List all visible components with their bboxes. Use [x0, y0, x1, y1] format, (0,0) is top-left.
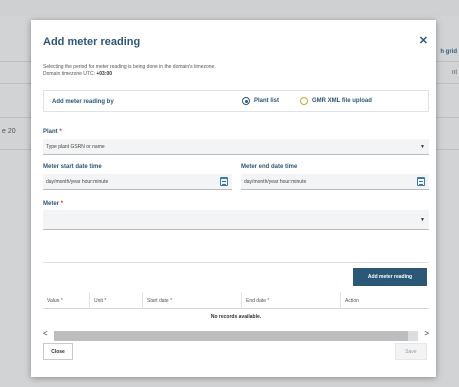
timezone-label: Domain timezone UTC:: [43, 71, 97, 77]
background-topbar: [0, 0, 459, 16]
plant-select[interactable]: Type plant GSRN or name ▼: [43, 139, 429, 155]
column-label: Action: [345, 298, 359, 304]
scroll-right-arrow[interactable]: >: [424, 329, 429, 338]
background-text: nt: [451, 70, 457, 76]
column-label: Unit: [94, 298, 103, 304]
column-label: Start date: [147, 298, 169, 304]
radio-plant-list[interactable]: Plant list: [242, 97, 279, 105]
end-date-label: Meter end date time: [241, 164, 298, 170]
timezone-value: +03:00: [96, 71, 113, 77]
meter-label-text: Meter: [43, 201, 60, 207]
section-divider: [43, 262, 429, 263]
plant-label-text: Plant: [43, 129, 58, 135]
start-date-label: Meter start date time: [43, 164, 102, 170]
calendar-icon[interactable]: [417, 177, 425, 186]
radio-label: Plant list: [254, 98, 280, 104]
column-header-end-date: End date *: [241, 292, 340, 309]
start-date-placeholder: day/month/year hour:minute: [46, 179, 109, 185]
caret-down-icon: ▼: [420, 144, 425, 150]
background-link: h grid: [440, 49, 457, 55]
radio-gmr-xml-upload[interactable]: GMR XML file upload: [300, 97, 372, 105]
calendar-icon[interactable]: [220, 177, 228, 186]
no-records-message: No records available.: [210, 314, 262, 320]
column-header-action: Action: [340, 292, 429, 309]
meter-select[interactable]: ▼: [43, 210, 429, 230]
column-header-unit: Unit *: [89, 292, 142, 309]
radio-label: GMR XML file upload: [312, 98, 372, 104]
column-header-value: Value *: [43, 292, 89, 309]
scroll-left-arrow[interactable]: <: [43, 329, 48, 338]
close-icon[interactable]: ✕: [419, 34, 428, 47]
close-button[interactable]: Close: [43, 343, 73, 360]
timezone-info-line: Domain timezone UTC: +03:00: [43, 71, 216, 78]
end-date-placeholder: day/month/year hour:minute: [244, 179, 307, 185]
add-meter-reading-dialog: Add meter reading ✕ Selecting the period…: [31, 20, 436, 377]
column-header-start-date: Start date *: [142, 292, 241, 309]
required-mark: *: [267, 298, 270, 304]
plant-label: Plant *: [43, 129, 62, 135]
plant-select-placeholder: Type plant GSRN or name: [46, 144, 105, 150]
required-mark: *: [170, 298, 173, 304]
meter-label: Meter *: [43, 201, 63, 207]
save-button[interactable]: Save: [395, 343, 427, 360]
required-mark: *: [104, 298, 107, 304]
reading-by-group: Add meter reading by Plant list GMR XML …: [43, 90, 429, 112]
required-mark: *: [60, 298, 63, 304]
caret-down-icon: ▼: [420, 217, 425, 223]
start-date-input[interactable]: day/month/year hour:minute: [43, 174, 232, 190]
radio-unchecked-icon: [300, 97, 308, 105]
scrollbar-thumb[interactable]: [54, 331, 408, 341]
background-text: e 20: [2, 128, 16, 135]
radio-checked-icon: [242, 97, 250, 105]
dialog-title: Add meter reading: [43, 36, 141, 48]
timezone-info: Selecting the period for meter reading i…: [43, 64, 216, 78]
reading-by-label: Add meter reading by: [52, 99, 114, 105]
add-meter-reading-button[interactable]: Add meter reading: [353, 268, 427, 286]
required-mark: *: [60, 201, 64, 207]
table-header: Value * Unit * Start date * End date * A…: [43, 292, 429, 309]
column-label: Value: [47, 298, 60, 304]
readings-table: Value * Unit * Start date * End date * A…: [43, 292, 429, 324]
required-mark: *: [59, 129, 62, 135]
table-horizontal-scrollbar[interactable]: < >: [43, 329, 429, 341]
end-date-input[interactable]: day/month/year hour:minute: [241, 174, 429, 190]
column-label: End date: [246, 298, 267, 304]
timezone-info-line: Selecting the period for meter reading i…: [43, 64, 216, 70]
